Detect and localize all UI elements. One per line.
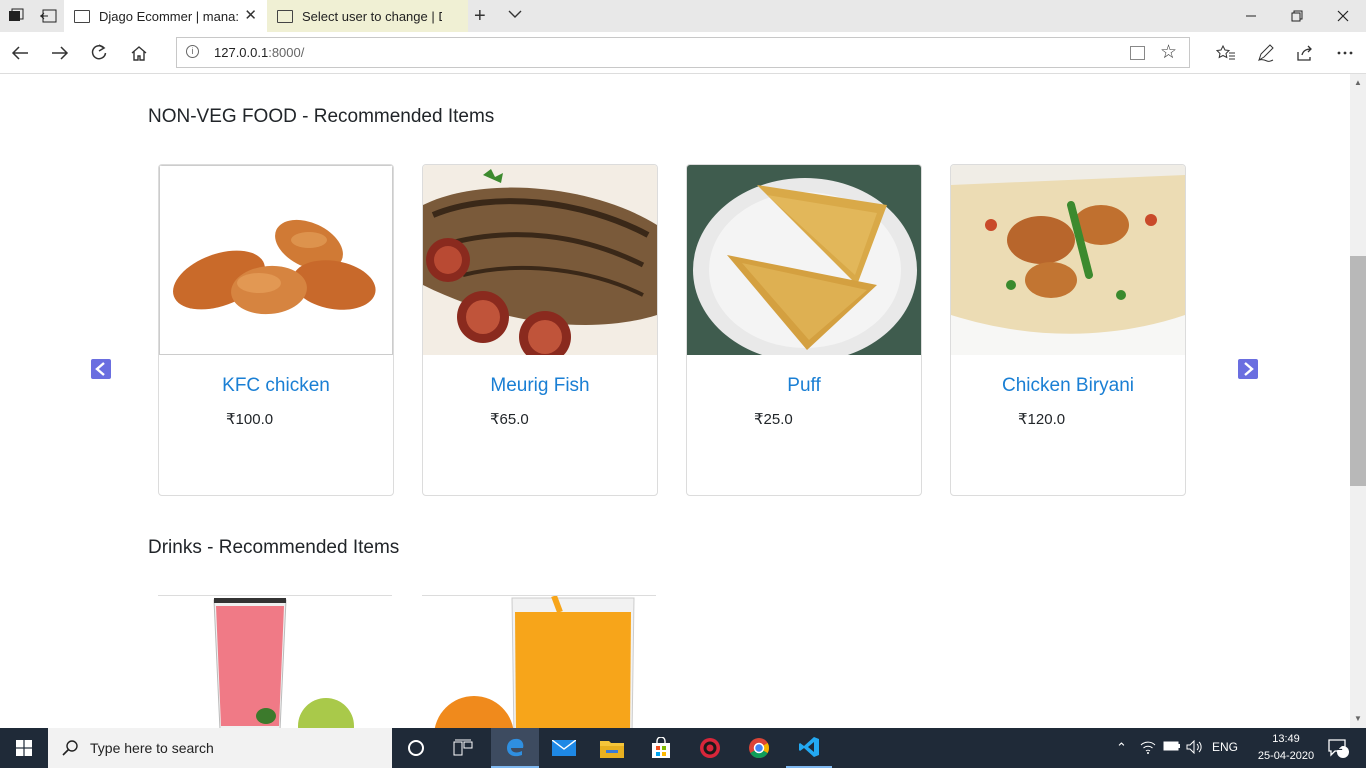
tab-label: Djago Ecommer | mana: <box>99 8 239 24</box>
carousel-prev-button[interactable] <box>91 359 111 379</box>
page-icon <box>74 9 90 23</box>
more-options-icon[interactable] <box>1332 40 1358 66</box>
set-tabs-aside-icon[interactable] <box>6 6 26 26</box>
app-gear-icon[interactable] <box>687 728 733 768</box>
task-view-icon[interactable] <box>441 728 485 768</box>
address-bar[interactable]: i 127.0.0.1:8000/ ☆ <box>176 37 1190 68</box>
scrollbar-thumb[interactable] <box>1350 256 1366 486</box>
show-hidden-icons[interactable]: ⌃ <box>1116 740 1127 756</box>
chicken-biryani-image[interactable] <box>951 165 1185 355</box>
browser-titlebar: Djago Ecommer | mana: ✕ Select user to c… <box>0 0 1366 32</box>
product-name[interactable]: Puff <box>687 375 921 397</box>
search-icon <box>62 740 78 756</box>
mail-icon[interactable] <box>541 728 587 768</box>
page-content: NON-VEG FOOD - Recommended Items KFC chi… <box>0 74 1350 728</box>
product-card[interactable]: KFC chicken ₹100.0 <box>158 164 394 496</box>
windows-taskbar: Type here to search ⌃ ENG 13:49 25-04-20… <box>0 728 1366 768</box>
nonveg-section-title: NON-VEG FOOD - Recommended Items <box>148 106 495 127</box>
product-price: ₹65.0 <box>490 411 529 428</box>
carousel-next-button[interactable] <box>1238 359 1258 379</box>
product-card[interactable]: Chicken Biryani ₹120.0 <box>950 164 1186 496</box>
share-icon[interactable] <box>1292 40 1318 66</box>
close-window-button[interactable] <box>1320 0 1366 32</box>
clock-date: 25-04-2020 <box>1257 750 1315 762</box>
restore-button[interactable] <box>1274 0 1320 32</box>
store-icon[interactable] <box>638 728 684 768</box>
product-card[interactable]: Meurig Fish ₹65.0 <box>422 164 658 496</box>
page-icon <box>277 9 293 23</box>
orange-juice-image[interactable] <box>422 595 656 728</box>
notes-pen-icon[interactable] <box>1253 40 1279 66</box>
guava-juice-image[interactable] <box>158 595 392 728</box>
battery-icon[interactable] <box>1163 740 1181 755</box>
tabs-aside-icon[interactable] <box>38 6 58 26</box>
minimize-button[interactable] <box>1228 0 1274 32</box>
edge-browser-icon[interactable] <box>491 728 539 768</box>
drinks-section-title: Drinks - Recommended Items <box>148 537 400 558</box>
language-indicator[interactable]: ENG <box>1212 740 1238 754</box>
product-name[interactable]: Chicken Biryani <box>951 375 1185 397</box>
back-button[interactable] <box>7 40 33 66</box>
product-name[interactable]: KFC chicken <box>159 375 393 397</box>
taskbar-search-box[interactable]: Type here to search <box>48 728 392 768</box>
new-tab-icon[interactable]: + <box>474 5 486 28</box>
site-info-icon[interactable]: i <box>186 45 199 58</box>
tab-select-user[interactable]: Select user to change | Djan <box>267 0 468 32</box>
forward-button[interactable] <box>47 40 73 66</box>
scroll-down-icon[interactable]: ▼ <box>1354 714 1362 723</box>
product-price: ₹120.0 <box>1018 411 1066 428</box>
scroll-up-icon[interactable]: ▲ <box>1354 78 1362 87</box>
product-name[interactable]: Meurig Fish <box>423 375 657 397</box>
page-scrollbar[interactable]: ▲ ▼ <box>1350 74 1366 728</box>
action-center-icon[interactable]: 2 <box>1318 728 1358 768</box>
clock-time: 13:49 <box>1272 733 1300 745</box>
windows-start-icon[interactable] <box>0 728 48 768</box>
favorite-star-icon[interactable]: ☆ <box>1160 41 1177 64</box>
product-price: ₹25.0 <box>754 411 793 428</box>
product-price: ₹100.0 <box>226 411 274 428</box>
address-url: 127.0.0.1:8000/ <box>214 45 304 60</box>
wifi-icon[interactable] <box>1140 740 1156 757</box>
volume-icon[interactable] <box>1186 739 1204 757</box>
reading-view-icon[interactable] <box>1130 46 1145 60</box>
chrome-icon[interactable] <box>736 728 782 768</box>
url-host: 127.0.0.1 <box>214 45 269 60</box>
cortana-icon[interactable] <box>394 728 438 768</box>
product-card[interactable]: Puff ₹25.0 <box>686 164 922 496</box>
favorites-hub-icon[interactable] <box>1213 40 1239 66</box>
refresh-button[interactable] <box>86 40 112 66</box>
file-explorer-icon[interactable] <box>589 728 635 768</box>
vscode-icon[interactable] <box>786 728 832 768</box>
home-button[interactable] <box>126 40 152 66</box>
notification-count: 2 <box>1337 742 1343 753</box>
tab-label: Select user to change | Djan <box>302 8 442 24</box>
meurig-fish-image[interactable] <box>423 165 657 355</box>
puff-image[interactable] <box>687 165 921 355</box>
close-tab-icon[interactable]: ✕ <box>244 8 257 23</box>
chevron-down-icon[interactable] <box>507 6 525 24</box>
taskbar-clock[interactable]: 13:49 25-04-2020 <box>1248 731 1324 765</box>
kfc-chicken-image[interactable] <box>159 165 393 355</box>
search-placeholder: Type here to search <box>90 740 214 756</box>
url-port-path: :8000/ <box>268 45 305 60</box>
tab-django-ecommerce[interactable]: Djago Ecommer | mana: ✕ <box>64 0 267 32</box>
